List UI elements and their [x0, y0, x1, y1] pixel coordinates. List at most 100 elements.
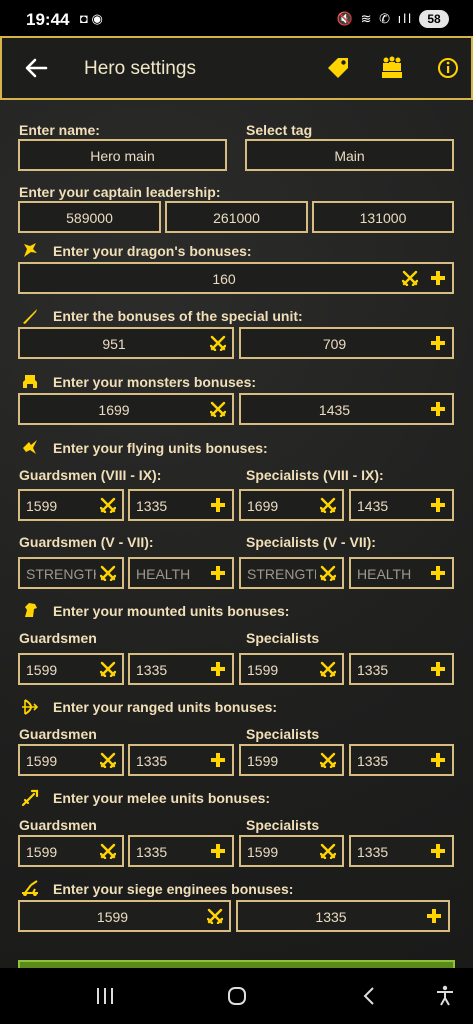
plus-icon: [431, 566, 445, 580]
back-arrow-icon[interactable]: [22, 54, 50, 82]
mounted-guards-strength[interactable]: 1599: [18, 653, 124, 685]
plus-icon: [431, 498, 445, 512]
melee-spec-health[interactable]: 1335: [349, 835, 454, 867]
battery-icon: 58: [419, 10, 449, 28]
flying-spec-high-label: Specialists (VIII - IX):: [246, 467, 384, 483]
plus-icon: [431, 271, 445, 285]
plus-icon: [431, 662, 445, 676]
mounted-guards-health[interactable]: 1335: [128, 653, 234, 685]
flying-guards-low-strength[interactable]: STRENGTH: [18, 557, 124, 589]
leadership-label: Enter your captain leadership:: [19, 184, 221, 200]
crossed-swords-icon: [402, 270, 418, 286]
monsters-label: Enter your monsters bonuses:: [53, 374, 257, 390]
flying-spec-high-strength[interactable]: 1699: [239, 489, 344, 521]
flying-spec-low-health[interactable]: HEALTH: [349, 557, 454, 589]
horse-icon: [25, 603, 37, 617]
crossed-swords-icon: [320, 843, 336, 859]
plus-icon: [427, 909, 441, 923]
flying-guards-high-health[interactable]: 1335: [128, 489, 234, 521]
flying-guards-low-label: Guardsmen (V - VII):: [19, 534, 154, 550]
mounted-spec-label: Specialists: [246, 630, 320, 646]
tag-label: Select tag: [246, 122, 313, 138]
catapult-icon: [22, 880, 38, 896]
crossed-swords-icon: [100, 843, 116, 859]
siege-health-input[interactable]: 1335: [236, 900, 450, 932]
app-bar: Hero settings: [0, 36, 473, 100]
ranged-spec-strength[interactable]: 1599: [239, 744, 344, 776]
ranged-spec-health[interactable]: 1335: [349, 744, 454, 776]
special-health-input[interactable]: 709: [239, 327, 454, 359]
plus-icon: [431, 844, 445, 858]
leadership-input-3[interactable]: 131000: [312, 201, 454, 233]
special-strength-input[interactable]: 951: [18, 327, 234, 359]
crossed-swords-icon: [100, 752, 116, 768]
ranged-label: Enter your ranged units bonuses:: [53, 699, 278, 715]
status-bar: 19:44 ◘ ◉ 🔇 ≋ ✆ ıll 58: [0, 0, 473, 36]
ranged-guards-health[interactable]: 1335: [128, 744, 234, 776]
accessibility-icon[interactable]: [433, 984, 457, 1008]
dragon-bonus-input[interactable]: 160: [18, 262, 454, 294]
crossed-swords-icon: [100, 661, 116, 677]
notification-icons: ◘ ◉: [80, 11, 103, 26]
flying-guards-high-label: Guardsmen (VIII - IX):: [19, 467, 162, 483]
siege-strength-input[interactable]: 1599: [18, 900, 231, 932]
page-title: Hero settings: [84, 58, 196, 79]
tag-select[interactable]: Main: [245, 139, 454, 171]
monster-icon: [23, 375, 37, 388]
melee-spec-label: Specialists: [246, 817, 320, 833]
save-button[interactable]: [18, 960, 455, 968]
melee-guards-label: Guardsmen: [19, 817, 97, 833]
status-time: 19:44: [26, 10, 70, 29]
crossed-swords-icon: [320, 497, 336, 513]
leadership-input-1[interactable]: 589000: [18, 201, 161, 233]
recent-apps-icon[interactable]: [93, 984, 117, 1008]
dragon-label: Enter your dragon's bonuses:: [53, 243, 252, 259]
crossed-swords-icon: [320, 565, 336, 581]
back-icon[interactable]: [358, 984, 382, 1008]
flying-guards-high-strength[interactable]: 1599: [18, 489, 124, 521]
crossed-swords-icon: [320, 661, 336, 677]
mounted-label: Enter your mounted units bonuses:: [53, 603, 290, 619]
special-unit-icon: [23, 309, 37, 324]
plus-icon: [211, 566, 225, 580]
hero-name-input[interactable]: Hero main: [18, 139, 227, 171]
flying-spec-low-label: Specialists (V - VII):: [246, 534, 376, 550]
home-icon[interactable]: [225, 984, 249, 1008]
plus-icon: [211, 498, 225, 512]
army-icon[interactable]: [378, 54, 406, 82]
mounted-spec-strength[interactable]: 1599: [239, 653, 344, 685]
system-nav-bar: [0, 968, 473, 1024]
monsters-strength-input[interactable]: 1699: [18, 393, 234, 425]
plus-icon: [431, 753, 445, 767]
flying-unit-icon: [23, 440, 37, 454]
hero-settings-form: Enter name: Select tag Hero main Main En…: [0, 100, 473, 968]
info-icon[interactable]: [434, 54, 462, 82]
tag-icon[interactable]: [324, 54, 352, 82]
ranged-guards-label: Guardsmen: [19, 726, 97, 742]
name-label: Enter name:: [19, 122, 100, 138]
dragon-icon: [24, 243, 37, 257]
melee-spec-strength[interactable]: 1599: [239, 835, 344, 867]
crossed-swords-icon: [320, 752, 336, 768]
plus-icon: [211, 844, 225, 858]
crossed-swords-icon: [210, 401, 226, 417]
monsters-health-input[interactable]: 1435: [239, 393, 454, 425]
crossed-swords-icon: [210, 335, 226, 351]
melee-guards-strength[interactable]: 1599: [18, 835, 124, 867]
system-icons: 🔇 ≋ ✆ ıll: [336, 11, 413, 26]
ranged-guards-strength[interactable]: 1599: [18, 744, 124, 776]
plus-icon: [431, 336, 445, 350]
crossed-swords-icon: [100, 565, 116, 581]
crossed-swords-icon: [100, 497, 116, 513]
mounted-spec-health[interactable]: 1335: [349, 653, 454, 685]
flying-spec-high-health[interactable]: 1435: [349, 489, 454, 521]
plus-icon: [211, 753, 225, 767]
flying-guards-low-health[interactable]: HEALTH: [128, 557, 234, 589]
flying-label: Enter your flying units bonuses:: [53, 440, 268, 456]
ranged-spec-label: Specialists: [246, 726, 320, 742]
melee-guards-health[interactable]: 1335: [128, 835, 234, 867]
leadership-input-2[interactable]: 261000: [165, 201, 308, 233]
crossed-swords-icon: [207, 908, 223, 924]
mounted-guards-label: Guardsmen: [19, 630, 97, 646]
flying-spec-low-strength[interactable]: STRENGTH: [239, 557, 344, 589]
